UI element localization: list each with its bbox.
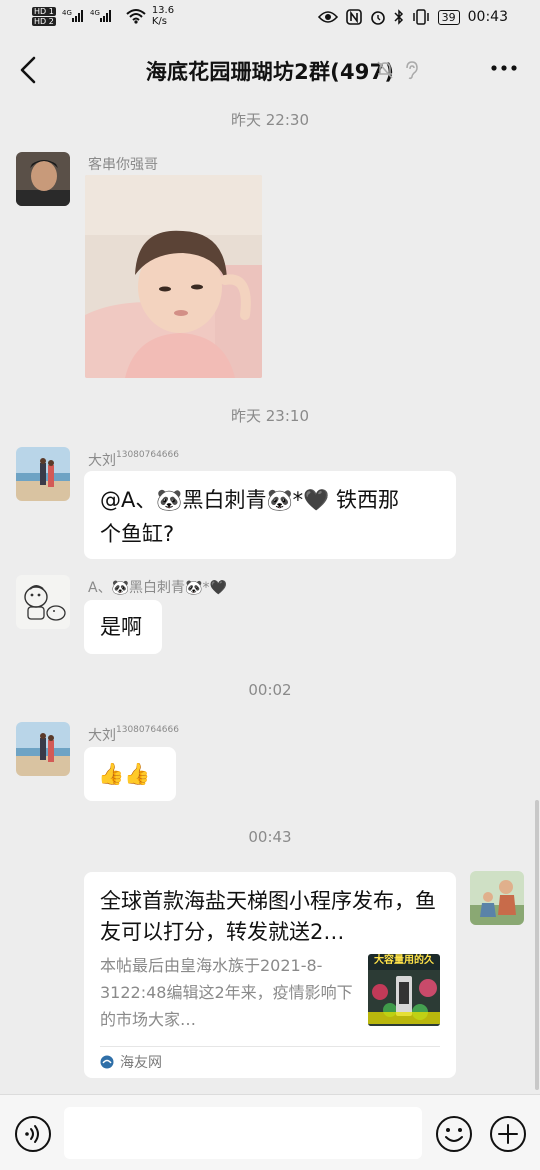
message-input[interactable] [64, 1107, 422, 1159]
alarm-icon [370, 11, 385, 25]
status-left: HD 1 HD 2 4G 4G 13.6 K/s [32, 5, 174, 27]
input-bar [0, 1094, 540, 1170]
bubble-line: 是啊 [100, 615, 142, 639]
battery-indicator: 39 [437, 9, 460, 25]
bubble-line: 个鱼缸? [100, 522, 175, 546]
hd-indicators: HD 1 HD 2 [32, 6, 56, 26]
message-timestamp: 00:02 [248, 681, 292, 699]
sender-name: 客串你强哥 [88, 157, 158, 173]
avatar-photo [16, 152, 70, 206]
source-logo-icon [100, 1055, 114, 1069]
image-message[interactable] [85, 175, 262, 378]
chat-bubble[interactable]: 👍👍 [84, 747, 176, 801]
bubble-line: 👍👍 [98, 762, 151, 786]
bluetooth-icon [394, 9, 403, 25]
net-speed-value: 13.6 [151, 5, 175, 16]
status-right: 39 00:43 [317, 9, 508, 25]
plus-icon[interactable] [488, 1114, 528, 1154]
sender-name: 大刘13080764666 [88, 450, 179, 470]
message-timestamp: 00:43 [248, 828, 292, 846]
chat-header: 海底花园珊瑚坊2群(497) [0, 38, 540, 102]
avatar-beach-photo [16, 722, 70, 776]
signal-icon: 4G 4G [62, 9, 111, 22]
svg-text:4G: 4G [90, 9, 100, 17]
link-card[interactable]: 全球首款海盐天梯图小程序发布，鱼友可以打分，转发就送2… 本帖最后由皇海水族于2… [84, 872, 456, 1078]
chat-bubble[interactable]: 是啊 [84, 600, 162, 654]
link-card-description: 本帖最后由皇海水族于2021-8-3122:48编辑这2年来，疫情影响下的市场大… [100, 956, 353, 1029]
sender-name-text: 大刘 [88, 728, 116, 744]
status-clock: 00:43 [467, 9, 508, 25]
link-card-source-name: 海友网 [120, 1055, 162, 1071]
voice-icon[interactable] [14, 1115, 52, 1153]
message-timestamp: 昨天 23:10 [231, 407, 309, 425]
sender-name: 大刘13080764666 [88, 725, 179, 745]
hd2-badge: HD 2 [32, 16, 56, 26]
sender-name: A、🐼黑白刺青🐼*🖤 [88, 580, 227, 596]
emoji-icon[interactable] [434, 1114, 474, 1154]
avatar[interactable] [16, 575, 70, 629]
hd1-badge: HD 1 [32, 6, 56, 16]
sender-name-suffix: 13080764666 [116, 450, 179, 460]
avatar[interactable] [16, 447, 70, 501]
avatar-beach-photo [16, 447, 70, 501]
link-card-source: 海友网 [100, 1052, 162, 1072]
sender-name-text: 大刘 [88, 453, 116, 469]
wifi-icon [126, 9, 146, 24]
sender-name-suffix: 13080764666 [116, 725, 179, 735]
avatar-cartoon [16, 575, 70, 629]
message-timestamp: 昨天 22:30 [231, 111, 309, 129]
status-bar: HD 1 HD 2 4G 4G 13.6 K/s 39 00:43 [0, 0, 540, 38]
photo-child [85, 175, 262, 378]
nfc-icon [345, 9, 362, 25]
link-card-title: 全球首款海盐天梯图小程序发布，鱼友可以打分，转发就送2… [100, 889, 436, 944]
thumbnail-text: 大容量用的久 [374, 955, 434, 966]
scrollbar[interactable] [535, 800, 539, 1090]
eye-icon [317, 11, 338, 23]
avatar[interactable] [16, 722, 70, 776]
vibrate-icon [412, 9, 429, 25]
title-status-icons [376, 60, 420, 80]
avatar[interactable] [16, 152, 70, 206]
chat-bubble[interactable]: @A、🐼黑白刺青🐼*🖤 铁西那 个鱼缸? [84, 471, 456, 559]
ear-icon [406, 61, 418, 80]
bubble-line: @A、🐼黑白刺青🐼*🖤 铁西那 [100, 488, 399, 512]
link-card-divider [100, 1046, 440, 1047]
avatar[interactable] [470, 871, 524, 925]
avatar-illustration [470, 871, 524, 925]
net-speed: 13.6 K/s [152, 5, 174, 27]
svg-text:4G: 4G [62, 9, 72, 17]
net-speed-unit: K/s [151, 16, 167, 27]
bell-off-icon [377, 61, 393, 79]
more-dots-icon[interactable] [490, 58, 518, 78]
link-card-thumbnail: 大容量用的久 [368, 954, 440, 1026]
page-title: 海底花园珊瑚坊2群(497) [145, 60, 395, 84]
